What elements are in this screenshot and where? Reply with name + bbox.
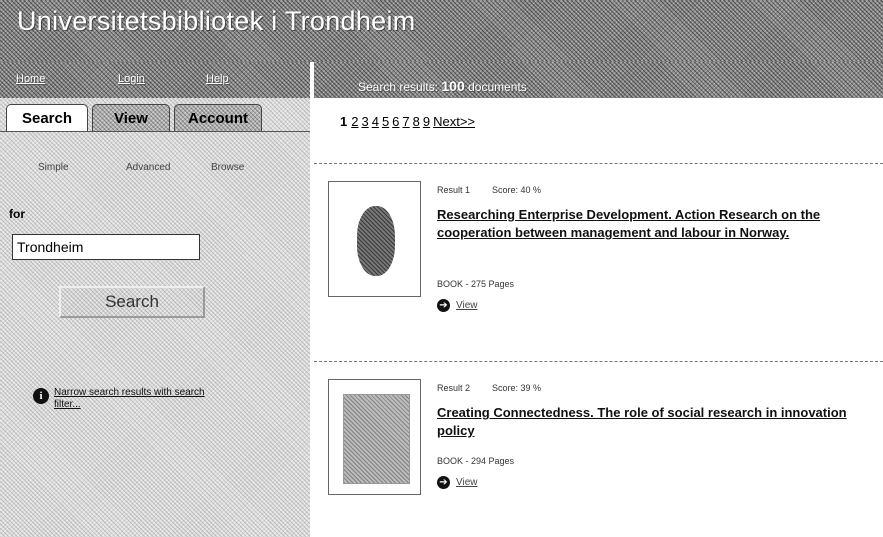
page-link[interactable]: 9 xyxy=(423,114,430,129)
result-score: Score: 39 % xyxy=(492,383,542,393)
result-number: Result 1 xyxy=(437,185,471,195)
arrow-right-icon: ➔ xyxy=(437,476,450,489)
app-title: Universitetsbibliotek i Trondheim xyxy=(17,6,416,36)
page-link[interactable]: 5 xyxy=(382,114,389,129)
result-type: BOOK - 294 Pages xyxy=(437,456,515,466)
page-link[interactable]: 4 xyxy=(372,114,379,129)
next-page-link[interactable]: Next>> xyxy=(433,114,475,129)
result-view[interactable]: ➔ View xyxy=(437,476,478,489)
result-title-link[interactable]: Researching Enterprise Development. Acti… xyxy=(437,206,882,242)
results-label: Search results: xyxy=(358,80,439,94)
page-link[interactable]: 3 xyxy=(361,114,368,129)
results-bar: Search results: 100 documents xyxy=(312,62,883,98)
subtab-advanced[interactable]: Advanced xyxy=(126,162,170,173)
subtab-browse[interactable]: Browse xyxy=(211,162,244,173)
for-label: for xyxy=(9,207,25,221)
result-item: Result 1 Score: 40 % Researching Enterpri… xyxy=(328,181,883,312)
result-number: Result 2 xyxy=(437,383,471,393)
arrow-right-icon: ➔ xyxy=(437,299,450,312)
result-view[interactable]: ➔ View xyxy=(437,299,478,312)
page-link[interactable]: 2 xyxy=(351,114,358,129)
tab-search[interactable]: Search xyxy=(6,104,88,132)
result-divider xyxy=(314,361,883,362)
page-link[interactable]: 7 xyxy=(402,114,409,129)
pagination: 1 2 3 4 5 6 7 8 9 Next>> xyxy=(340,114,478,129)
nav-help-link[interactable]: Help xyxy=(206,73,229,85)
results-unit: documents xyxy=(468,80,527,94)
results-summary: Search results: 100 documents xyxy=(358,78,527,94)
tabs-divider xyxy=(0,131,310,132)
search-input[interactable] xyxy=(12,234,200,260)
app-header: Universitetsbibliotek i Trondheim xyxy=(0,0,883,62)
subtab-simple[interactable]: Simple xyxy=(38,162,69,173)
result-thumbnail[interactable] xyxy=(328,379,421,495)
result-item: Result 2 Score: 39 % Creating Connectedne… xyxy=(328,379,883,509)
narrow-search-link[interactable]: Narrow search results with search filter… xyxy=(54,387,234,411)
tab-view[interactable]: View xyxy=(92,104,170,132)
result-score: Score: 40 % xyxy=(492,185,542,195)
result-type: BOOK - 275 Pages xyxy=(437,279,515,289)
page-current: 1 xyxy=(340,114,348,129)
nav-home-link[interactable]: Home xyxy=(16,73,45,85)
result-thumbnail[interactable] xyxy=(328,181,421,297)
result-meta: Result 1 Score: 40 % xyxy=(437,185,541,195)
nav-login-link[interactable]: Login xyxy=(118,73,145,85)
results-count: 100 xyxy=(441,78,465,94)
info-icon: i xyxy=(33,388,49,404)
result-meta: Result 2 Score: 39 % xyxy=(437,383,541,393)
view-link[interactable]: View xyxy=(456,477,478,488)
page-link[interactable]: 8 xyxy=(413,114,420,129)
view-link[interactable]: View xyxy=(456,300,478,311)
search-button[interactable]: Search xyxy=(59,286,205,318)
result-divider xyxy=(314,163,883,164)
result-title-link[interactable]: Creating Connectedness. The role of soci… xyxy=(437,404,882,440)
sidebar-divider xyxy=(310,62,312,537)
tab-account[interactable]: Account xyxy=(174,104,262,132)
top-nav: Home Login Help xyxy=(0,62,312,98)
page-link[interactable]: 6 xyxy=(392,114,399,129)
